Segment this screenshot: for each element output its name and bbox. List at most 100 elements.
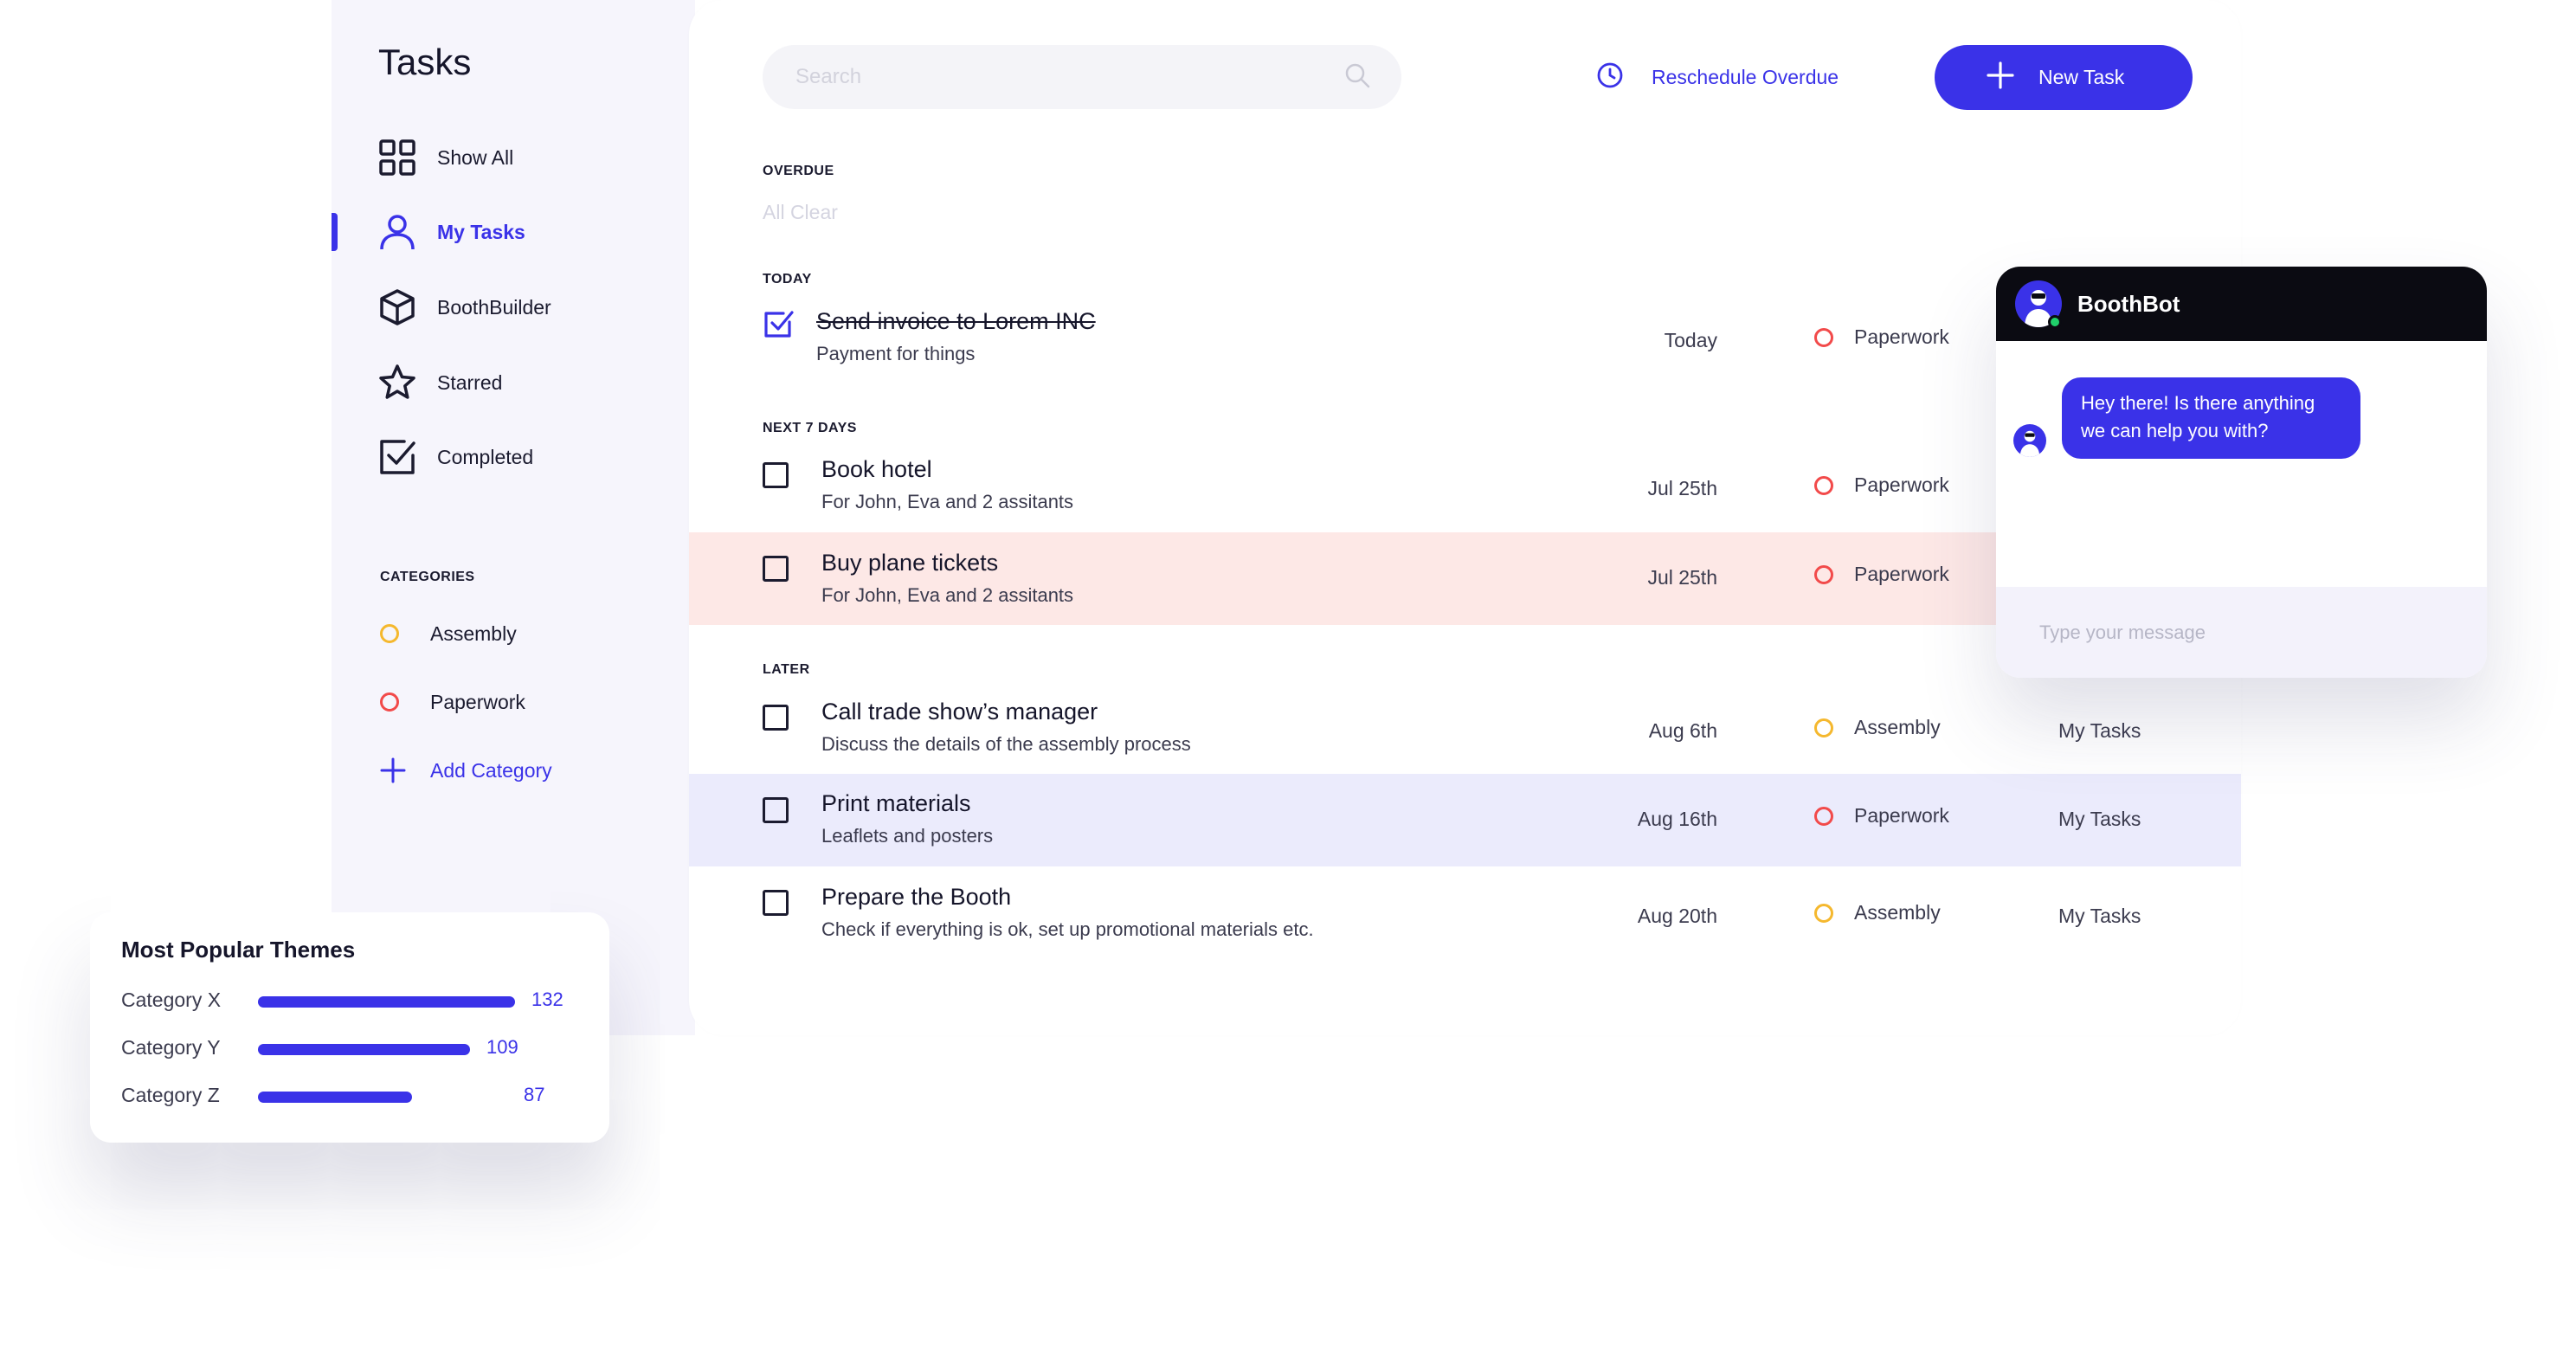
theme-value: 109 [486, 1036, 518, 1058]
category-paperwork[interactable]: Paperwork [380, 685, 525, 719]
category-dot-icon [1814, 475, 1833, 495]
category-label: Paperwork [430, 690, 525, 713]
task-title: Call trade show’s manager [821, 699, 1098, 725]
task-title: Print materials [821, 790, 971, 816]
new-task-label: New Task [2038, 66, 2125, 88]
checkbox[interactable] [763, 890, 789, 916]
section-overdue: OVERDUE [763, 164, 834, 178]
theme-value: 87 [524, 1084, 545, 1105]
sidebar-item-label: Completed [437, 445, 534, 468]
user-icon [378, 213, 416, 251]
task-title: Book hotel [821, 456, 932, 482]
task-list: My Tasks [2058, 808, 2141, 830]
sidebar-item-label: BoothBuilder [437, 295, 551, 319]
task-category: Assembly [1814, 716, 1941, 739]
themes-title: Most Popular Themes [121, 937, 356, 963]
task-subtitle: Check if everything is ok, set up promot… [821, 918, 1314, 940]
overdue-empty-state: All Clear [763, 201, 838, 223]
chatbot-header: BoothBot [1996, 267, 2487, 341]
task-category: Paperwork [1814, 325, 1949, 349]
task-category: Paperwork [1814, 804, 1949, 828]
category-dot-icon [1814, 564, 1833, 584]
chatbot-widget: BoothBot Hey there! Is there anything we… [1996, 267, 2487, 678]
task-row[interactable]: Print materials Leaflets and posters Aug… [689, 774, 2241, 866]
task-category-label: Paperwork [1854, 325, 1949, 348]
star-icon [378, 364, 416, 402]
category-assembly[interactable]: Assembly [380, 616, 517, 651]
checkbox[interactable] [763, 797, 789, 823]
chat-input-area[interactable] [1996, 587, 2487, 678]
task-row[interactable]: Prepare the Booth Check if everything is… [689, 875, 2241, 968]
task-category: Paperwork [1814, 563, 1949, 586]
add-category-label: Add Category [430, 758, 552, 782]
task-date: Aug 20th [1637, 905, 1717, 927]
category-dot-icon [1814, 718, 1833, 737]
sidebar-item-my-tasks[interactable]: My Tasks [378, 206, 664, 258]
add-category-button[interactable]: Add Category [380, 753, 552, 788]
theme-bar [258, 1092, 412, 1103]
task-date: Jul 25th [1647, 477, 1717, 499]
plus-icon [380, 757, 406, 783]
search-bar[interactable] [763, 45, 1401, 109]
checkbox-icon [378, 438, 416, 476]
task-category-label: Paperwork [1854, 563, 1949, 585]
task-list: My Tasks [2058, 905, 2141, 927]
online-status-icon [2048, 315, 2062, 329]
reschedule-overdue-button[interactable]: Reschedule Overdue [1596, 55, 1839, 99]
task-category-label: Assembly [1854, 901, 1941, 924]
chatbot-name: BoothBot [2077, 291, 2180, 317]
search-input[interactable] [794, 64, 1344, 90]
task-category: Assembly [1814, 901, 1941, 924]
task-category-label: Paperwork [1854, 473, 1949, 496]
checkbox[interactable] [763, 462, 789, 488]
section-later: LATER [763, 662, 810, 677]
task-category-label: Assembly [1854, 716, 1941, 738]
reschedule-label: Reschedule Overdue [1652, 65, 1839, 88]
category-dot-icon [380, 692, 399, 712]
task-category-label: Paperwork [1854, 804, 1949, 827]
checked-checkbox-icon[interactable] [763, 308, 794, 344]
theme-row: Category X 132 [121, 983, 589, 1018]
clock-icon [1596, 61, 1624, 93]
task-list: My Tasks [2058, 719, 2141, 742]
category-dot-icon [1814, 806, 1833, 826]
sidebar-item-label: My Tasks [437, 220, 525, 243]
bot-avatar-small [2013, 424, 2046, 457]
theme-label: Category X [121, 989, 222, 1011]
task-date: Today [1664, 329, 1717, 351]
categories-heading: CATEGORIES [380, 570, 475, 584]
theme-bar [258, 1044, 470, 1055]
sidebar-title: Tasks [378, 42, 472, 82]
category-dot-icon [1814, 327, 1833, 347]
sidebar-item-completed[interactable]: Completed [378, 431, 664, 483]
sidebar-item-show-all[interactable]: Show All [378, 132, 664, 184]
checkbox[interactable] [763, 556, 789, 582]
theme-row: Category Z 87 [121, 1079, 589, 1113]
task-subtitle: Payment for things [816, 343, 976, 364]
sidebar-item-label: Starred [437, 370, 503, 394]
theme-value: 132 [531, 989, 564, 1010]
task-title: Buy plane tickets [821, 550, 999, 576]
task-subtitle: For John, Eva and 2 assitants [821, 491, 1074, 512]
task-row[interactable]: Call trade show’s manager Discuss the de… [689, 690, 2241, 783]
category-dot-icon [380, 624, 399, 643]
task-subtitle: Leaflets and posters [821, 825, 994, 847]
grid-icon [378, 138, 416, 177]
section-today: TODAY [763, 272, 812, 287]
task-date: Aug 6th [1648, 719, 1717, 742]
new-task-button[interactable]: New Task [1935, 45, 2193, 110]
theme-label: Category Z [121, 1084, 220, 1106]
search-icon[interactable] [1344, 62, 1370, 93]
sidebar-item-label: Show All [437, 145, 514, 169]
theme-row: Category Y 109 [121, 1031, 589, 1066]
box-icon [378, 288, 416, 326]
sidebar: Tasks Show All My Tasks BoothBuilder Sta… [332, 0, 695, 1035]
chat-message: Hey there! Is there anything we can help… [2062, 377, 2360, 459]
sidebar-item-boothbuilder[interactable]: BoothBuilder [378, 281, 664, 333]
sidebar-item-starred[interactable]: Starred [378, 357, 664, 409]
chat-input[interactable] [2038, 620, 2445, 645]
checkbox[interactable] [763, 705, 789, 731]
task-date: Aug 16th [1637, 808, 1717, 830]
task-subtitle: For John, Eva and 2 assitants [821, 584, 1074, 606]
theme-bar [258, 996, 515, 1008]
